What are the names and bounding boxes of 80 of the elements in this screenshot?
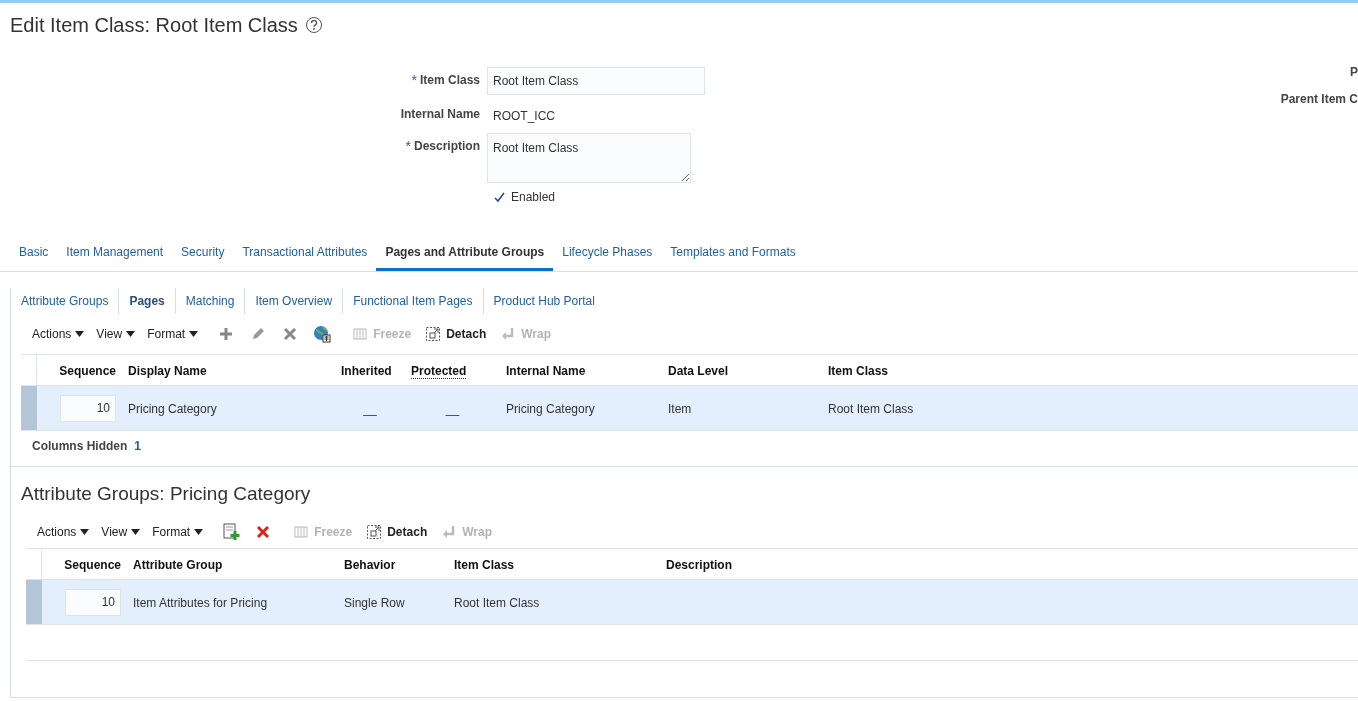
sub-tab[interactable]: Pages [118,288,175,314]
input-field[interactable]: Root Item Class [487,67,705,95]
caret-icon [75,331,85,337]
table-cell: Item Attributes for Pricing [133,596,268,610]
delete-icon [255,524,272,540]
field-label: P [1350,64,1358,81]
table-row[interactable]: 10 Item Attributes for Pricing Single Row Root Item Class [26,580,1358,625]
column-header[interactable]: Protected [411,364,467,379]
columns-hidden-label: Columns Hidden [32,438,128,455]
field-label: Internal Name [400,107,480,121]
tab[interactable]: Security [172,243,234,271]
caret-icon [126,331,136,337]
column-header[interactable]: Inherited [341,364,392,378]
sequence-field[interactable]: 10 [65,588,121,616]
tab[interactable]: Item Management [57,243,173,271]
column-header[interactable]: Item Class [454,558,515,572]
tab[interactable]: Transactional Attributes [233,243,377,271]
table-cell: Item [668,402,692,416]
checkbox-label: Enabled [511,189,556,206]
field-label: Item Class [419,73,480,87]
table-cell: Root Item Class [828,402,914,416]
freeze-icon [293,524,310,540]
table-cell: Pricing Category [506,402,595,416]
column-header[interactable]: Attribute Group [133,558,223,572]
menu-button[interactable]: View [101,523,141,541]
tab[interactable]: Lifecycle Phases [553,243,662,271]
column-header[interactable]: Internal Name [506,364,586,378]
checkbox[interactable] [493,191,505,203]
menu-button[interactable]: Format [152,523,204,541]
globe-button[interactable] [312,324,333,344]
page-title: Edit Item Class: Root Item Class [10,13,298,38]
caret-icon [80,529,90,535]
column-header[interactable]: Item Class [828,364,889,378]
add-row-button[interactable] [221,522,242,542]
detach-icon [425,326,442,342]
table-cell: __ [445,402,460,416]
tab[interactable]: Basic [10,243,58,271]
tab[interactable]: Pages and Attribute Groups [376,243,554,271]
add-icon [218,326,235,342]
add-row-icon [222,523,241,541]
caret-icon [194,529,204,535]
menu-button[interactable]: Actions [32,325,85,343]
caret-icon [131,529,141,535]
tab[interactable]: Templates and Formats [661,243,805,271]
menu-button[interactable]: View [96,325,136,343]
globe-icon [313,325,332,343]
delete-icon [282,326,299,342]
freeze-icon [352,326,369,342]
sub-tab[interactable]: Attribute Groups [21,288,119,314]
column-header[interactable]: Display Name [128,364,207,378]
table-row[interactable]: 10 Pricing Category __ __ Pricing Category Item Root Item Class [21,386,1358,431]
sequence-field[interactable]: 10 [60,394,116,422]
pencil-icon [250,326,267,342]
table-cell: Pricing Category [128,402,217,416]
column-header[interactable]: Behavior [344,558,396,572]
caret-icon [189,331,199,337]
columns-hidden-link[interactable]: 1 [134,437,142,455]
field-value: ROOT_ICC [492,108,556,125]
field-label: Description [414,139,480,153]
table-cell: Root Item Class [454,596,540,610]
detach-icon [366,524,383,540]
column-header[interactable]: Sequence [59,364,116,378]
sub-tab[interactable]: Matching [174,288,245,314]
text-area[interactable]: Root Item Class [487,133,691,183]
field-label: Parent Item C [1280,91,1358,108]
column-header[interactable]: Description [666,558,732,572]
required-mark: * [405,139,411,153]
sub-tab[interactable]: Item Overview [244,288,343,314]
menu-button[interactable]: Format [147,325,199,343]
toolbar-button[interactable]: Detach [366,523,428,541]
table-cell: __ [363,402,377,416]
sub-tab[interactable]: Functional Item Pages [342,288,483,314]
required-mark: * [411,73,417,87]
sub-tab[interactable]: Product Hub Portal [482,288,605,314]
column-header[interactable]: Data Level [668,364,729,378]
section-heading: Attribute Groups: Pricing Category [21,482,312,506]
toolbar-button[interactable]: Detach [425,325,487,343]
column-header[interactable]: Sequence [64,558,121,572]
menu-button[interactable]: Actions [37,523,90,541]
table-cell: Single Row [344,596,405,610]
